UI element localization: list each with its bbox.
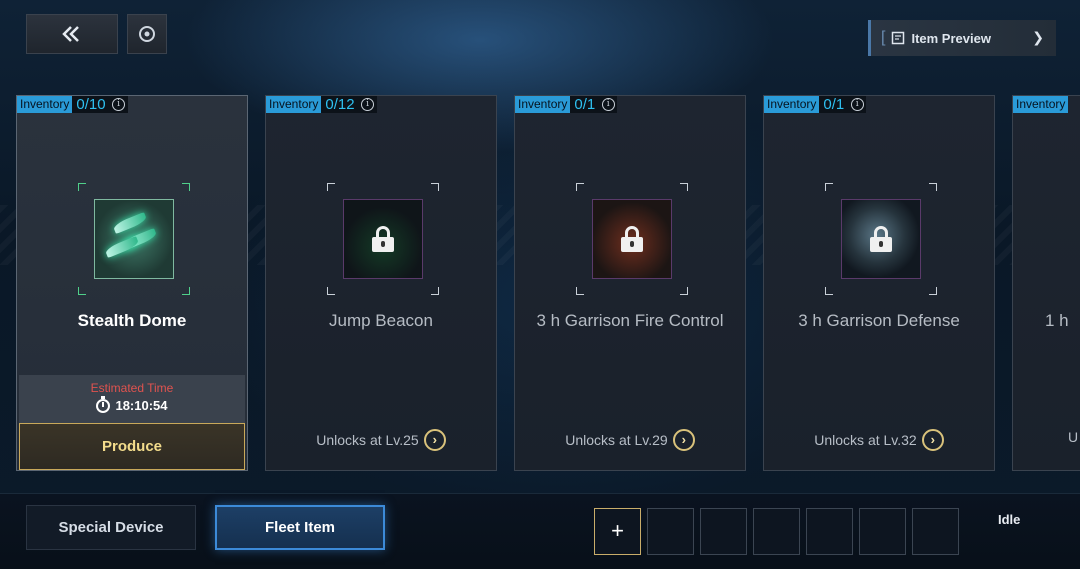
queue-slot[interactable] — [912, 508, 959, 555]
garrison-defense-image — [841, 199, 921, 279]
estimated-time-panel: Estimated Time 18:10:54 — [19, 375, 245, 423]
item-name: 3 h Garrison Fire Control — [536, 311, 724, 330]
lock-icon — [619, 226, 645, 252]
inventory-count: 0/12 — [321, 96, 359, 113]
queue-slot[interactable] — [859, 508, 906, 555]
inventory-label: Inventory — [17, 96, 73, 113]
inventory-badge: Inventory 0/1 i — [515, 96, 618, 113]
inventory-label: Inventory — [764, 96, 820, 113]
unlock-label: Unlocks at Lv.29 — [565, 432, 668, 448]
lock-icon — [868, 226, 894, 252]
refresh-button[interactable] — [127, 14, 167, 54]
item-card-partial[interactable]: Inventory 1 h U — [1012, 95, 1080, 471]
item-card-jump-beacon[interactable]: Inventory 0/12 i Jump Beacon Unlocks at … — [265, 95, 497, 471]
queue-status: Idle — [998, 512, 1021, 527]
item-frame — [78, 183, 190, 295]
inventory-badge: Inventory 0/12 i — [266, 96, 377, 113]
unlock-requirement: U — [1068, 429, 1080, 445]
unlock-label: Unlocks at Lv.25 — [316, 432, 419, 448]
queue-slot[interactable] — [753, 508, 800, 555]
tab-special-device[interactable]: Special Device — [26, 505, 196, 550]
garrison-fire-control-image — [592, 199, 672, 279]
tab-fleet-item[interactable]: Fleet Item — [215, 505, 385, 550]
chevron-right-circle-icon[interactable]: › — [921, 429, 944, 451]
add-queue-slot-button[interactable]: + — [594, 508, 641, 555]
info-icon[interactable]: i — [599, 96, 618, 113]
item-name: Stealth Dome — [77, 311, 187, 330]
stopwatch-icon — [96, 395, 111, 413]
item-card-stealth-dome[interactable]: Inventory 0/10 i Stealth Dome Estimated … — [16, 95, 248, 471]
jump-beacon-image — [343, 199, 423, 279]
item-frame — [576, 183, 688, 295]
unlock-requirement: Unlocks at Lv.32 › — [764, 429, 994, 451]
item-card-garrison-defense[interactable]: Inventory 0/1 i 3 h Garrison Defense Unl… — [763, 95, 995, 471]
unlock-requirement: Unlocks at Lv.29 › — [515, 429, 745, 451]
queue-slot[interactable] — [647, 508, 694, 555]
info-icon[interactable]: i — [848, 96, 867, 113]
inventory-label: Inventory — [266, 96, 322, 113]
chevron-right-icon: ❯ — [1032, 29, 1044, 45]
unlock-requirement: Unlocks at Lv.25 › — [266, 429, 496, 451]
inventory-badge: Inventory 0/1 i — [764, 96, 867, 113]
chevron-right-circle-icon[interactable]: › — [423, 429, 446, 451]
inventory-badge: Inventory — [1013, 96, 1069, 113]
item-card-garrison-fire-control[interactable]: Inventory 0/1 i 3 h Garrison Fire Contro… — [514, 95, 746, 471]
unlock-label: Unlocks at Lv.32 — [814, 432, 917, 448]
document-icon — [892, 31, 905, 45]
inventory-badge: Inventory 0/10 i — [17, 96, 128, 113]
item-preview-button[interactable]: [ Item Preview ❯ — [868, 20, 1056, 56]
item-frame — [327, 183, 439, 295]
queue-slot[interactable] — [700, 508, 747, 555]
produce-button[interactable]: Produce — [19, 423, 245, 470]
item-name: Jump Beacon — [329, 311, 433, 330]
item-name: 1 h — [1045, 311, 1069, 330]
bracket-decoration: [ — [881, 29, 886, 46]
stealth-dome-image — [94, 199, 174, 279]
item-frame — [825, 183, 937, 295]
inventory-label: Inventory — [515, 96, 571, 113]
estimated-time-label: Estimated Time — [90, 381, 174, 395]
inventory-label: Inventory — [1013, 96, 1069, 113]
item-name: 3 h Garrison Defense — [798, 311, 960, 330]
back-button[interactable] — [26, 14, 118, 54]
inventory-count: 0/1 — [570, 96, 600, 113]
double-chevron-left-icon — [62, 26, 79, 42]
estimated-time-value: 18:10:54 — [115, 398, 168, 413]
info-icon[interactable]: i — [358, 96, 377, 113]
item-preview-label: Item Preview — [911, 30, 991, 46]
lock-icon — [370, 226, 396, 252]
inventory-count: 0/10 — [72, 96, 110, 113]
unlock-label: U — [1068, 429, 1079, 445]
queue-slot[interactable] — [806, 508, 853, 555]
info-icon[interactable]: i — [109, 96, 128, 113]
target-circle-icon — [139, 26, 155, 42]
chevron-right-circle-icon[interactable]: › — [672, 429, 695, 451]
inventory-count: 0/1 — [819, 96, 849, 113]
